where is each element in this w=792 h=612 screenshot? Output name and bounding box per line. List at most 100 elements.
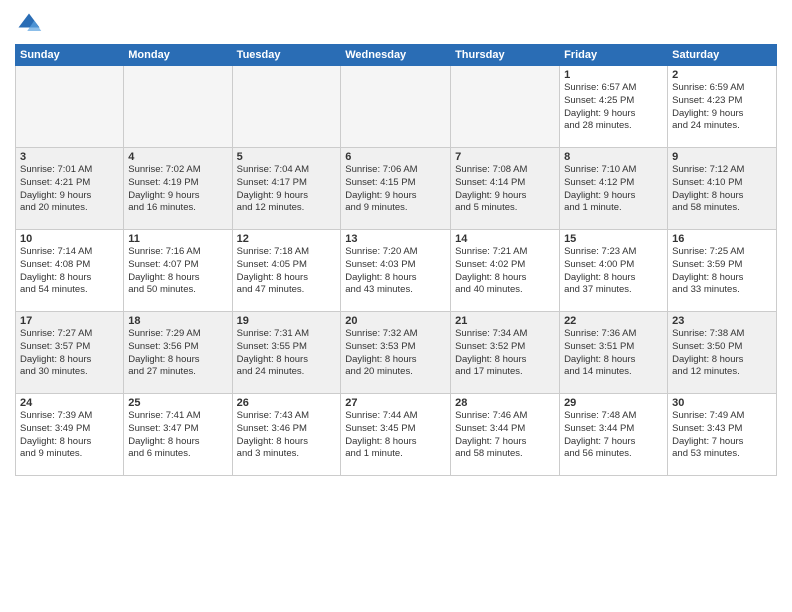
day-info: Sunrise: 7:14 AM Sunset: 4:08 PM Dayligh… [20,246,119,297]
logo [15,10,47,38]
day-number: 2 [672,69,772,81]
day-info: Sunrise: 7:44 AM Sunset: 3:45 PM Dayligh… [345,410,446,461]
day-info: Sunrise: 7:49 AM Sunset: 3:43 PM Dayligh… [672,410,772,461]
calendar-cell: 24Sunrise: 7:39 AM Sunset: 3:49 PM Dayli… [16,394,124,476]
day-info: Sunrise: 7:23 AM Sunset: 4:00 PM Dayligh… [564,246,663,297]
day-number: 20 [345,315,446,327]
day-info: Sunrise: 7:36 AM Sunset: 3:51 PM Dayligh… [564,328,663,379]
day-number: 14 [455,233,555,245]
day-number: 13 [345,233,446,245]
calendar-cell: 22Sunrise: 7:36 AM Sunset: 3:51 PM Dayli… [560,312,668,394]
day-number: 3 [20,151,119,163]
week-row-2: 10Sunrise: 7:14 AM Sunset: 4:08 PM Dayli… [16,230,777,312]
day-info: Sunrise: 7:21 AM Sunset: 4:02 PM Dayligh… [455,246,555,297]
day-info: Sunrise: 7:06 AM Sunset: 4:15 PM Dayligh… [345,164,446,215]
calendar-cell: 29Sunrise: 7:48 AM Sunset: 3:44 PM Dayli… [560,394,668,476]
week-row-3: 17Sunrise: 7:27 AM Sunset: 3:57 PM Dayli… [16,312,777,394]
day-info: Sunrise: 7:16 AM Sunset: 4:07 PM Dayligh… [128,246,227,297]
calendar-cell: 25Sunrise: 7:41 AM Sunset: 3:47 PM Dayli… [124,394,232,476]
day-number: 28 [455,397,555,409]
day-number: 7 [455,151,555,163]
weekday-header-tuesday: Tuesday [232,45,341,66]
week-row-0: 1Sunrise: 6:57 AM Sunset: 4:25 PM Daylig… [16,66,777,148]
day-info: Sunrise: 7:20 AM Sunset: 4:03 PM Dayligh… [345,246,446,297]
calendar-cell: 9Sunrise: 7:12 AM Sunset: 4:10 PM Daylig… [668,148,777,230]
day-info: Sunrise: 7:39 AM Sunset: 3:49 PM Dayligh… [20,410,119,461]
logo-icon [15,10,43,38]
calendar-cell [341,66,451,148]
weekday-header-thursday: Thursday [451,45,560,66]
calendar-cell [451,66,560,148]
calendar-cell [16,66,124,148]
calendar-cell: 21Sunrise: 7:34 AM Sunset: 3:52 PM Dayli… [451,312,560,394]
day-number: 11 [128,233,227,245]
weekday-header-monday: Monday [124,45,232,66]
day-number: 6 [345,151,446,163]
calendar-cell: 14Sunrise: 7:21 AM Sunset: 4:02 PM Dayli… [451,230,560,312]
calendar-cell: 3Sunrise: 7:01 AM Sunset: 4:21 PM Daylig… [16,148,124,230]
calendar-cell: 27Sunrise: 7:44 AM Sunset: 3:45 PM Dayli… [341,394,451,476]
day-number: 23 [672,315,772,327]
weekday-header-saturday: Saturday [668,45,777,66]
calendar-cell: 6Sunrise: 7:06 AM Sunset: 4:15 PM Daylig… [341,148,451,230]
calendar-cell: 4Sunrise: 7:02 AM Sunset: 4:19 PM Daylig… [124,148,232,230]
day-number: 4 [128,151,227,163]
day-info: Sunrise: 7:27 AM Sunset: 3:57 PM Dayligh… [20,328,119,379]
calendar-cell: 12Sunrise: 7:18 AM Sunset: 4:05 PM Dayli… [232,230,341,312]
day-info: Sunrise: 7:04 AM Sunset: 4:17 PM Dayligh… [237,164,337,215]
calendar-cell: 10Sunrise: 7:14 AM Sunset: 4:08 PM Dayli… [16,230,124,312]
day-number: 24 [20,397,119,409]
calendar-table: SundayMondayTuesdayWednesdayThursdayFrid… [15,44,777,476]
day-number: 17 [20,315,119,327]
calendar-cell: 2Sunrise: 6:59 AM Sunset: 4:23 PM Daylig… [668,66,777,148]
day-number: 18 [128,315,227,327]
day-number: 22 [564,315,663,327]
day-info: Sunrise: 6:59 AM Sunset: 4:23 PM Dayligh… [672,82,772,133]
day-info: Sunrise: 7:48 AM Sunset: 3:44 PM Dayligh… [564,410,663,461]
day-number: 29 [564,397,663,409]
calendar-cell: 5Sunrise: 7:04 AM Sunset: 4:17 PM Daylig… [232,148,341,230]
day-info: Sunrise: 7:08 AM Sunset: 4:14 PM Dayligh… [455,164,555,215]
day-info: Sunrise: 7:12 AM Sunset: 4:10 PM Dayligh… [672,164,772,215]
week-row-1: 3Sunrise: 7:01 AM Sunset: 4:21 PM Daylig… [16,148,777,230]
week-row-4: 24Sunrise: 7:39 AM Sunset: 3:49 PM Dayli… [16,394,777,476]
day-number: 21 [455,315,555,327]
day-info: Sunrise: 7:29 AM Sunset: 3:56 PM Dayligh… [128,328,227,379]
day-number: 30 [672,397,772,409]
weekday-header-wednesday: Wednesday [341,45,451,66]
day-info: Sunrise: 7:25 AM Sunset: 3:59 PM Dayligh… [672,246,772,297]
header [15,10,777,38]
calendar-cell: 15Sunrise: 7:23 AM Sunset: 4:00 PM Dayli… [560,230,668,312]
calendar-cell: 17Sunrise: 7:27 AM Sunset: 3:57 PM Dayli… [16,312,124,394]
weekday-header-sunday: Sunday [16,45,124,66]
calendar-cell [124,66,232,148]
day-info: Sunrise: 7:32 AM Sunset: 3:53 PM Dayligh… [345,328,446,379]
calendar-cell: 11Sunrise: 7:16 AM Sunset: 4:07 PM Dayli… [124,230,232,312]
day-number: 5 [237,151,337,163]
day-number: 9 [672,151,772,163]
day-number: 19 [237,315,337,327]
day-number: 27 [345,397,446,409]
day-info: Sunrise: 7:46 AM Sunset: 3:44 PM Dayligh… [455,410,555,461]
day-info: Sunrise: 7:31 AM Sunset: 3:55 PM Dayligh… [237,328,337,379]
day-info: Sunrise: 7:10 AM Sunset: 4:12 PM Dayligh… [564,164,663,215]
day-info: Sunrise: 7:34 AM Sunset: 3:52 PM Dayligh… [455,328,555,379]
calendar-cell: 20Sunrise: 7:32 AM Sunset: 3:53 PM Dayli… [341,312,451,394]
weekday-header-row: SundayMondayTuesdayWednesdayThursdayFrid… [16,45,777,66]
calendar-cell: 19Sunrise: 7:31 AM Sunset: 3:55 PM Dayli… [232,312,341,394]
calendar-cell: 8Sunrise: 7:10 AM Sunset: 4:12 PM Daylig… [560,148,668,230]
calendar-cell: 30Sunrise: 7:49 AM Sunset: 3:43 PM Dayli… [668,394,777,476]
day-info: Sunrise: 7:38 AM Sunset: 3:50 PM Dayligh… [672,328,772,379]
day-info: Sunrise: 6:57 AM Sunset: 4:25 PM Dayligh… [564,82,663,133]
day-number: 1 [564,69,663,81]
day-number: 10 [20,233,119,245]
weekday-header-friday: Friday [560,45,668,66]
day-info: Sunrise: 7:18 AM Sunset: 4:05 PM Dayligh… [237,246,337,297]
day-number: 25 [128,397,227,409]
calendar-cell: 16Sunrise: 7:25 AM Sunset: 3:59 PM Dayli… [668,230,777,312]
day-number: 26 [237,397,337,409]
day-number: 16 [672,233,772,245]
main-container: SundayMondayTuesdayWednesdayThursdayFrid… [0,0,792,484]
day-info: Sunrise: 7:43 AM Sunset: 3:46 PM Dayligh… [237,410,337,461]
calendar-cell [232,66,341,148]
